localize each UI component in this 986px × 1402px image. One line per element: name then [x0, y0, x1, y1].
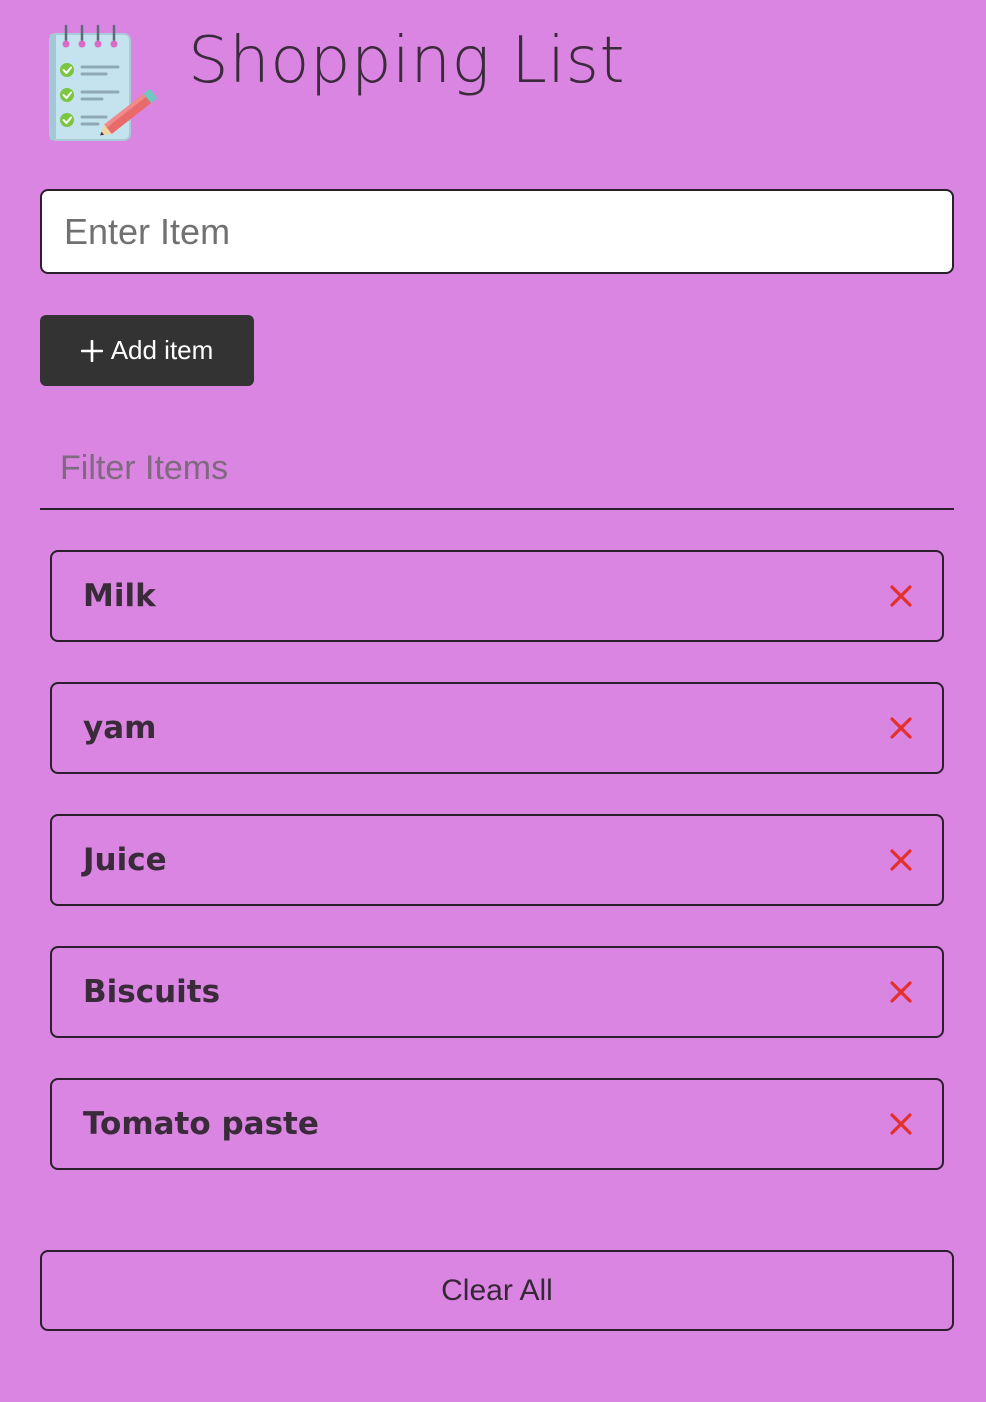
close-icon	[890, 717, 912, 739]
item-input[interactable]	[40, 189, 954, 274]
plus-icon	[80, 339, 103, 362]
close-icon	[890, 585, 912, 607]
item-label: Tomato paste	[83, 1106, 319, 1142]
notepad-checklist-icon	[49, 24, 158, 141]
list-item: Tomato paste	[50, 1078, 944, 1170]
list-item: Juice	[50, 814, 944, 906]
item-label: Milk	[83, 578, 156, 614]
item-label: Biscuits	[83, 974, 221, 1010]
remove-item-button[interactable]	[886, 713, 916, 743]
item-list: Milk yam Juice Biscuits Tomato paste	[50, 550, 944, 1210]
page-title: Shopping List	[188, 23, 626, 98]
clear-all-button[interactable]: Clear All	[40, 1250, 954, 1331]
list-item: yam	[50, 682, 944, 774]
filter-input[interactable]	[40, 428, 954, 508]
close-icon	[890, 849, 912, 871]
close-icon	[890, 981, 912, 1003]
item-label: yam	[83, 710, 157, 746]
list-item: Biscuits	[50, 946, 944, 1038]
remove-item-button[interactable]	[886, 977, 916, 1007]
filter-container	[40, 428, 954, 510]
add-item-button[interactable]: Add item	[40, 315, 254, 386]
remove-item-button[interactable]	[886, 845, 916, 875]
item-label: Juice	[83, 842, 167, 878]
add-item-label: Add item	[110, 335, 214, 365]
list-item: Milk	[50, 550, 944, 642]
app-header: Shopping List	[40, 22, 625, 146]
remove-item-button[interactable]	[886, 581, 916, 611]
remove-item-button[interactable]	[886, 1109, 916, 1139]
close-icon	[890, 1113, 912, 1135]
